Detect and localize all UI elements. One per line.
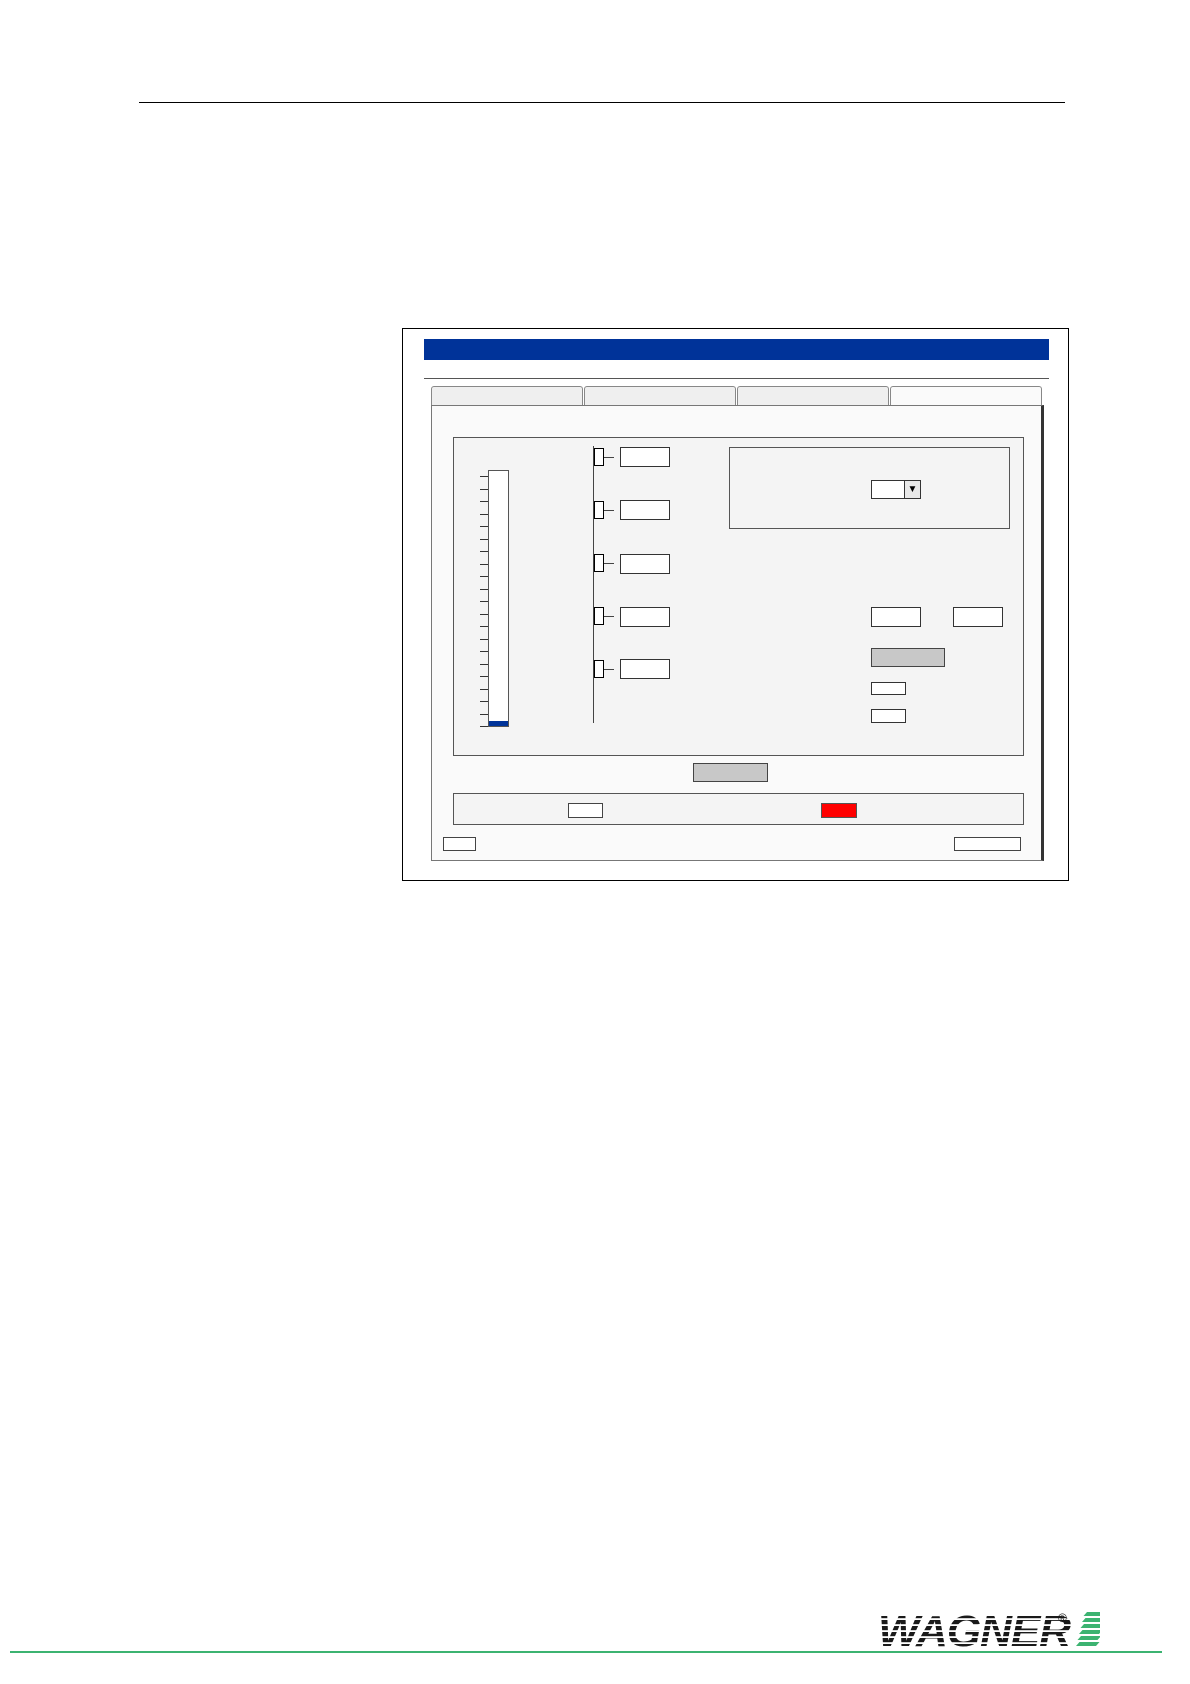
threshold-field-2[interactable] bbox=[620, 500, 670, 520]
scale-tick bbox=[480, 701, 488, 702]
scale-tick bbox=[480, 538, 488, 540]
apply-button[interactable] bbox=[871, 648, 945, 667]
threshold-connector bbox=[604, 616, 614, 617]
scale-tick bbox=[480, 501, 488, 502]
logo-stripe bbox=[1083, 1612, 1107, 1616]
menu-bar-divider bbox=[424, 378, 1049, 379]
value-field-left[interactable] bbox=[871, 607, 921, 627]
header-rule bbox=[139, 102, 1065, 103]
scale-tick bbox=[480, 676, 488, 677]
tab-3[interactable] bbox=[737, 386, 889, 406]
scale-tick bbox=[480, 688, 488, 690]
threshold-field-3[interactable] bbox=[620, 554, 670, 574]
logo-stripe bbox=[1082, 1618, 1106, 1622]
threshold-connector bbox=[604, 669, 614, 670]
threshold-marker-2[interactable] bbox=[594, 501, 604, 519]
threshold-marker-4[interactable] bbox=[594, 607, 604, 625]
threshold-marker-5[interactable] bbox=[594, 660, 604, 678]
tab-2[interactable] bbox=[584, 386, 736, 406]
level-bar bbox=[488, 470, 509, 727]
scale-tick bbox=[480, 713, 488, 715]
chevron-down-icon[interactable]: ▼ bbox=[904, 480, 921, 499]
alarm-indicator bbox=[821, 803, 857, 818]
threshold-field-4[interactable] bbox=[620, 607, 670, 627]
threshold-connector bbox=[604, 510, 614, 511]
status-group-box bbox=[453, 793, 1024, 825]
scale-tick bbox=[480, 638, 488, 640]
scale-tick bbox=[480, 476, 488, 477]
registered-mark: ® bbox=[1058, 1611, 1067, 1625]
scale-tick bbox=[480, 726, 488, 727]
tab-1[interactable] bbox=[431, 386, 583, 406]
scale-tick bbox=[480, 563, 488, 565]
threshold-field-5[interactable] bbox=[620, 659, 670, 679]
threshold-connector bbox=[604, 563, 614, 564]
scale-tick bbox=[480, 651, 488, 652]
bottom-left-button[interactable] bbox=[443, 837, 476, 851]
value-field-right[interactable] bbox=[953, 607, 1003, 627]
window-title-bar bbox=[424, 339, 1049, 360]
threshold-axis bbox=[593, 446, 594, 723]
threshold-connector bbox=[604, 457, 614, 458]
logo-stripe bbox=[1079, 1630, 1103, 1634]
scale-tick bbox=[480, 488, 488, 490]
scale-tick bbox=[480, 601, 488, 602]
tab-4-active[interactable] bbox=[890, 386, 1042, 407]
footer-rule bbox=[10, 1651, 1162, 1653]
small-field-2[interactable] bbox=[871, 709, 906, 723]
threshold-field-1[interactable] bbox=[620, 447, 670, 467]
small-field-1[interactable] bbox=[871, 682, 906, 695]
scale-tick bbox=[480, 551, 488, 552]
logo-stripe bbox=[1077, 1636, 1101, 1640]
logo-stripe bbox=[1076, 1642, 1100, 1646]
scale-tick bbox=[480, 663, 488, 665]
scale-tick bbox=[480, 526, 488, 527]
threshold-marker-3[interactable] bbox=[594, 554, 604, 572]
status-field[interactable] bbox=[568, 803, 603, 818]
scale-tick bbox=[480, 576, 488, 577]
scale-tick bbox=[480, 613, 488, 615]
level-bar-fill bbox=[489, 721, 508, 726]
scale-tick bbox=[480, 588, 488, 590]
wagner-logo-icon: WAGNER ® bbox=[878, 1607, 1107, 1656]
bottom-right-button[interactable] bbox=[954, 837, 1021, 851]
logo-stripe bbox=[1080, 1624, 1104, 1628]
scale-tick bbox=[480, 513, 488, 515]
group-box-settings bbox=[729, 447, 1010, 529]
scale-tick bbox=[480, 626, 488, 627]
center-action-button[interactable] bbox=[693, 763, 768, 782]
threshold-marker-1[interactable] bbox=[594, 448, 604, 466]
logo-wordmark: WAGNER bbox=[878, 1608, 1071, 1648]
wagner-logo: WAGNER ® bbox=[876, 1607, 1107, 1656]
